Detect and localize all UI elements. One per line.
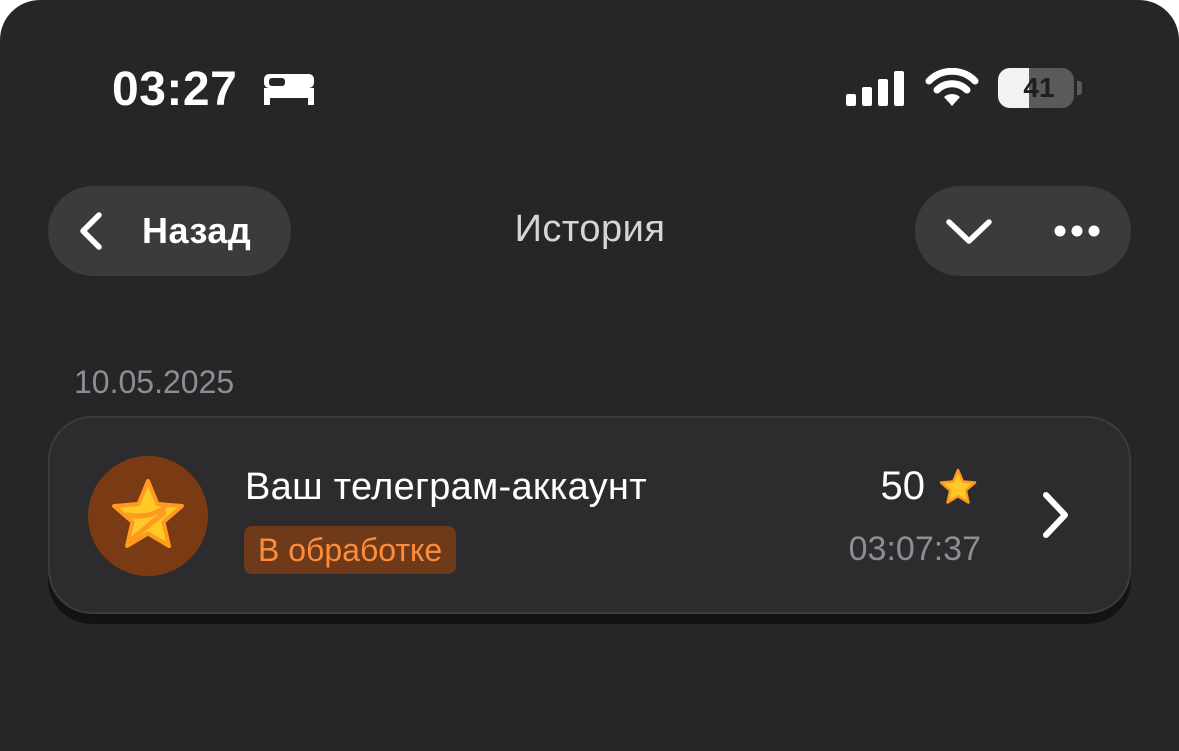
bed-icon <box>264 74 314 105</box>
more-button[interactable] <box>1023 186 1131 276</box>
amount-row: 50 <box>881 464 980 509</box>
battery-percent: 41 <box>1023 72 1055 103</box>
back-label: Назад <box>142 210 252 251</box>
chevron-down-icon <box>946 219 992 244</box>
collapse-button[interactable] <box>915 186 1023 276</box>
item-title: Ваш телеграм-аккаунт <box>245 466 647 508</box>
star-icon <box>112 479 184 548</box>
history-item[interactable]: Ваш телеграм-аккаунт В обработке 50 03:0… <box>48 416 1131 614</box>
battery-cap <box>1077 81 1082 95</box>
item-amount: 50 <box>880 464 926 508</box>
nav-actions <box>915 186 1131 276</box>
page-title: История <box>514 208 666 250</box>
back-button[interactable]: Назад <box>48 186 291 276</box>
wifi-icon <box>925 68 979 106</box>
avatar <box>88 456 208 576</box>
star-icon <box>939 468 977 504</box>
more-dots-icon <box>1054 225 1100 237</box>
cellular-signal-icon <box>846 71 904 106</box>
screen: 03:27 41 Назад История 10.05.2025 Ваш те… <box>0 0 1179 751</box>
chevron-right-icon <box>1043 492 1068 538</box>
status-badge: В обработке <box>244 526 457 574</box>
status-time: 03:27 <box>112 63 238 116</box>
battery-indicator: 41 <box>998 68 1074 108</box>
chevron-left-icon <box>80 212 102 250</box>
date-header: 10.05.2025 <box>74 364 235 400</box>
item-time: 03:07:37 <box>848 530 981 568</box>
